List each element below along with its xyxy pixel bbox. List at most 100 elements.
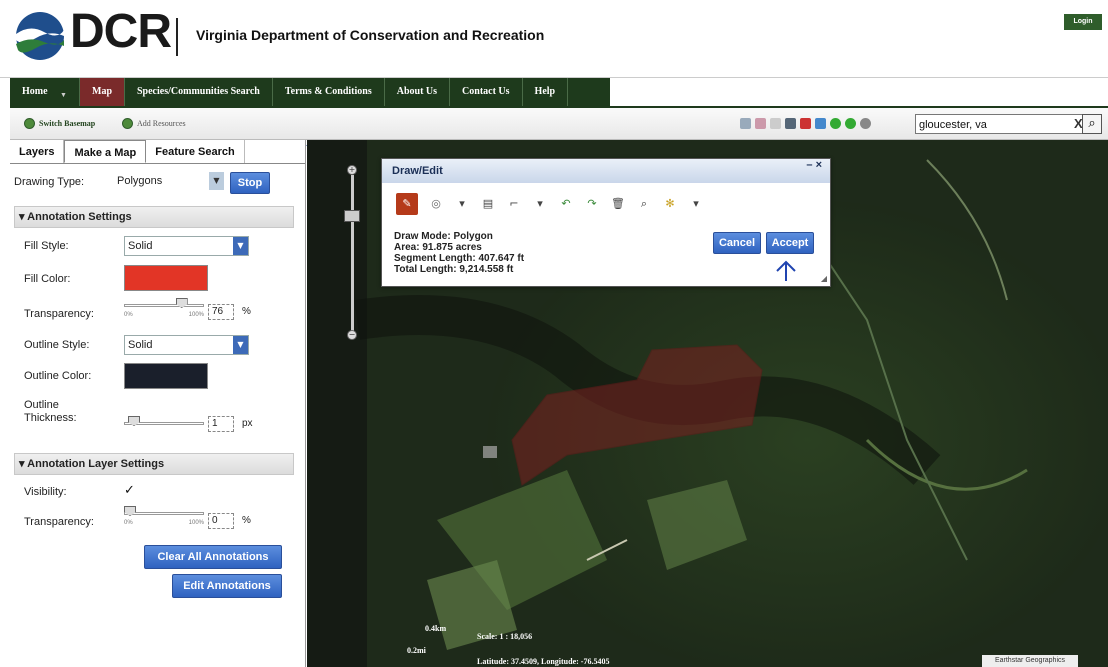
thickness-input[interactable]: 1	[208, 416, 234, 432]
fill-transparency-slider[interactable]: 0% 100%	[124, 298, 204, 318]
pen-arrow-annotation	[776, 260, 796, 281]
zoom-handle[interactable]	[344, 210, 360, 222]
edit-annotations-button[interactable]: Edit Annotations	[172, 574, 282, 598]
settings-icon[interactable]: ✻	[662, 196, 678, 212]
cancel-button[interactable]: Cancel	[713, 232, 761, 254]
dcr-logo-icon	[16, 12, 64, 60]
accept-button[interactable]: Accept	[766, 232, 814, 254]
redo-icon[interactable]: ↷	[584, 196, 600, 212]
fill-color-label: Fill Color:	[24, 273, 71, 285]
freehand-draw-icon[interactable]: ✎	[396, 193, 418, 215]
outline-color-swatch[interactable]	[124, 363, 208, 389]
layer-transparency-unit: %	[242, 515, 251, 526]
forward-icon[interactable]	[845, 118, 856, 129]
chevron-down-icon: ▼	[233, 336, 248, 354]
dialog-window-controls[interactable]: – ×	[806, 159, 822, 171]
search-icon[interactable]: ⌕	[1082, 114, 1102, 134]
nav-home[interactable]: Home	[10, 78, 80, 106]
visibility-label: Visibility:	[24, 486, 67, 498]
tab-make-a-map[interactable]: Make a Map	[64, 140, 147, 163]
chevron-down-icon: ▼	[209, 172, 224, 190]
side-panel: Layers Make a Map Feature Search ◀ Drawi…	[10, 140, 314, 667]
layer-settings-header[interactable]: ▾ Annotation Layer Settings	[14, 453, 294, 475]
nav-terms[interactable]: Terms & Conditions	[273, 78, 385, 106]
back-icon[interactable]	[830, 118, 841, 129]
stop-button[interactable]: Stop	[230, 172, 270, 194]
nav-contact[interactable]: Contact Us	[450, 78, 523, 106]
clear-all-annotations-button[interactable]: Clear All Annotations	[144, 545, 282, 569]
open-file-icon[interactable]: ▤	[480, 196, 496, 212]
basemap-icon	[24, 118, 35, 129]
outline-label-line2: Thickness:	[24, 412, 77, 424]
undo-icon[interactable]: ↶	[558, 196, 574, 212]
agency-title: Virginia Department of Conservation and …	[196, 27, 545, 43]
tab-layers[interactable]: Layers	[10, 140, 65, 163]
drawing-type-select[interactable]: Polygons ▼	[114, 172, 224, 192]
annotation-settings-header[interactable]: ▾ Annotation Settings	[14, 206, 294, 228]
panel-tabs: Layers Make a Map Feature Search	[10, 140, 305, 164]
fill-color-swatch[interactable]	[124, 265, 208, 291]
bookmark-icon[interactable]	[755, 118, 766, 129]
logo-divider	[176, 18, 178, 56]
login-button[interactable]: Login	[1064, 14, 1102, 30]
zoom-in-icon[interactable]: +	[347, 165, 357, 175]
zoom-extent-icon[interactable]	[740, 118, 751, 129]
edit-vertices-icon[interactable]: ⌐	[506, 196, 522, 212]
outline-thickness-label: Outline Thickness:	[24, 399, 77, 425]
zoom-track	[351, 175, 354, 335]
outline-color-label: Outline Color:	[24, 370, 92, 382]
map-attribution: Earthstar Geographics	[982, 655, 1078, 667]
segment-length: Segment Length: 407.647 ft	[394, 253, 525, 264]
nav-help[interactable]: Help	[523, 78, 569, 106]
visibility-checkbox[interactable]: ✓	[124, 483, 135, 498]
chevron-down-icon[interactable]: ▾	[532, 196, 548, 212]
outline-style-select[interactable]: Solid ▼	[124, 335, 249, 355]
draw-tools: ✎ ◎ ▾ ▤ ⌐ ▾ ↶ ↷ 🗑 ⌕ ✻ ▾	[396, 193, 704, 215]
chevron-down-icon[interactable]: ▾	[688, 196, 704, 212]
zoom-out-icon[interactable]: −	[347, 330, 357, 340]
coordinates-readout: Latitude: 37.4509, Longitude: -76.5405	[477, 657, 610, 666]
outline-style-label: Outline Style:	[24, 339, 90, 351]
slider-min: 0%	[124, 520, 133, 526]
add-resources-icon	[122, 118, 133, 129]
shape-tool-icon[interactable]: ◎	[428, 196, 444, 212]
zoom-icon[interactable]: ⌕	[636, 196, 652, 212]
logo-text: DCR	[70, 5, 172, 58]
nav-about[interactable]: About Us	[385, 78, 451, 106]
draw-mode: Draw Mode: Polygon	[394, 231, 493, 242]
annotation-settings-title: Annotation Settings	[27, 211, 132, 223]
transparency-unit: %	[242, 306, 251, 317]
refresh-icon[interactable]	[860, 118, 871, 129]
thickness-unit: px	[242, 418, 253, 429]
print-icon[interactable]	[785, 118, 796, 129]
zoom-slider[interactable]: + −	[344, 165, 360, 340]
tab-feature-search[interactable]: Feature Search	[146, 140, 245, 163]
transparency-input[interactable]: 76	[208, 304, 234, 320]
transparency-label: Transparency:	[24, 308, 94, 320]
nav-map[interactable]: Map	[80, 78, 125, 106]
switch-basemap-button[interactable]: Switch Basemap	[24, 118, 95, 129]
outline-thickness-slider[interactable]	[124, 416, 204, 430]
fill-style-select[interactable]: Solid ▼	[124, 236, 249, 256]
dialog-title-bar[interactable]: Draw/Edit – ×	[382, 159, 830, 183]
drawing-type-label: Drawing Type:	[14, 176, 85, 188]
draw-icon[interactable]	[800, 118, 811, 129]
delete-icon[interactable]: 🗑	[610, 196, 626, 212]
layer-transparency-slider[interactable]: 0% 100%	[124, 506, 204, 526]
chevron-down-icon: ▼	[60, 92, 67, 99]
chevron-down-icon[interactable]: ▾	[454, 196, 470, 212]
layer-transparency-input[interactable]: 0	[208, 513, 234, 529]
draw-measurements: Draw Mode: Polygon Area: 91.875 acres Se…	[394, 231, 524, 275]
nav-species-search[interactable]: Species/Communities Search	[125, 78, 273, 106]
switch-basemap-label: Switch Basemap	[39, 119, 96, 128]
identify-icon[interactable]	[815, 118, 826, 129]
layer-settings-title: Annotation Layer Settings	[27, 458, 165, 470]
drawing-type-value: Polygons	[117, 175, 163, 187]
main-nav: Home Map Species/Communities Search Term…	[0, 78, 1108, 106]
resize-handle-icon[interactable]: ◢	[821, 274, 827, 283]
add-resources-button[interactable]: Add Resources	[122, 118, 186, 129]
location-search-input[interactable]	[916, 116, 1066, 134]
measure-icon[interactable]	[770, 118, 781, 129]
scale-km: 0.4km	[425, 624, 447, 633]
outline-label-line1: Outline	[24, 399, 59, 411]
